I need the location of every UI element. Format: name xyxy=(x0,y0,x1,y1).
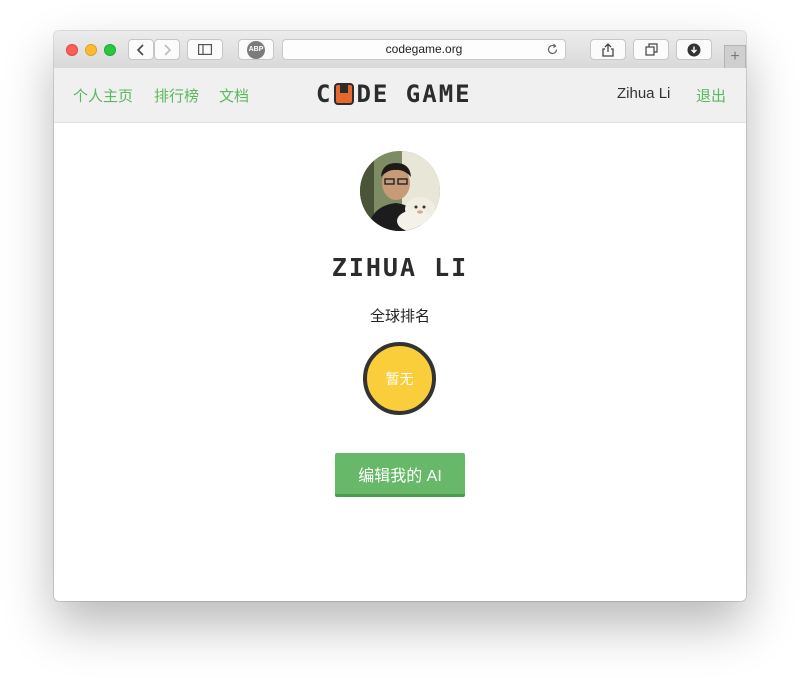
zoom-window-button[interactable] xyxy=(104,44,116,56)
avatar-photo xyxy=(360,151,440,231)
logo-mark-icon xyxy=(334,83,355,105)
url-text: codegame.org xyxy=(385,42,463,56)
adblock-extension-button[interactable]: ABP xyxy=(238,39,274,60)
nav-docs-link[interactable]: 文档 xyxy=(219,85,249,106)
address-bar[interactable]: codegame.org xyxy=(282,39,566,60)
logout-link[interactable]: 退出 xyxy=(696,85,726,106)
tabs-overview-button[interactable] xyxy=(633,39,669,60)
nav-leaderboard-link[interactable]: 排行榜 xyxy=(154,85,199,106)
global-rank-label: 全球排名 xyxy=(369,308,430,325)
new-tab-button[interactable]: + xyxy=(724,45,746,68)
chevron-left-icon xyxy=(136,43,144,56)
chevron-right-icon xyxy=(164,43,172,56)
browser-window: ABP codegame.org + 个人主页 排行榜 文档 C DE GAME xyxy=(54,31,746,601)
back-button[interactable] xyxy=(128,39,154,60)
sidebar-toggle-button[interactable] xyxy=(187,39,223,60)
close-window-button[interactable] xyxy=(66,44,78,56)
avatar xyxy=(360,151,440,231)
reload-icon[interactable] xyxy=(546,43,559,56)
download-icon xyxy=(687,43,701,56)
share-button[interactable] xyxy=(590,39,626,60)
browser-toolbar: ABP codegame.org + xyxy=(54,31,746,69)
site-header: 个人主页 排行榜 文档 C DE GAME Zihua Li 退出 xyxy=(54,68,746,123)
site-logo[interactable]: C DE GAME xyxy=(316,80,472,108)
downloads-button[interactable] xyxy=(676,39,712,60)
sidebar-icon xyxy=(198,44,212,55)
nav-home-link[interactable]: 个人主页 xyxy=(73,85,133,106)
adblock-icon: ABP xyxy=(247,40,265,59)
profile-name: ZIHUA LI xyxy=(331,253,469,282)
logo-text-left: C xyxy=(316,80,333,108)
logo-text-right: DE GAME xyxy=(356,80,472,108)
global-rank-badge: 暂无 xyxy=(363,342,436,415)
global-rank-value: 暂无 xyxy=(385,370,414,387)
current-user-name: Zihua Li xyxy=(617,85,671,102)
tabs-icon xyxy=(644,43,658,56)
minimize-window-button[interactable] xyxy=(85,44,97,56)
forward-button[interactable] xyxy=(154,39,180,60)
edit-my-ai-button[interactable]: 编辑我的 AI xyxy=(335,453,465,497)
share-icon xyxy=(602,42,614,57)
